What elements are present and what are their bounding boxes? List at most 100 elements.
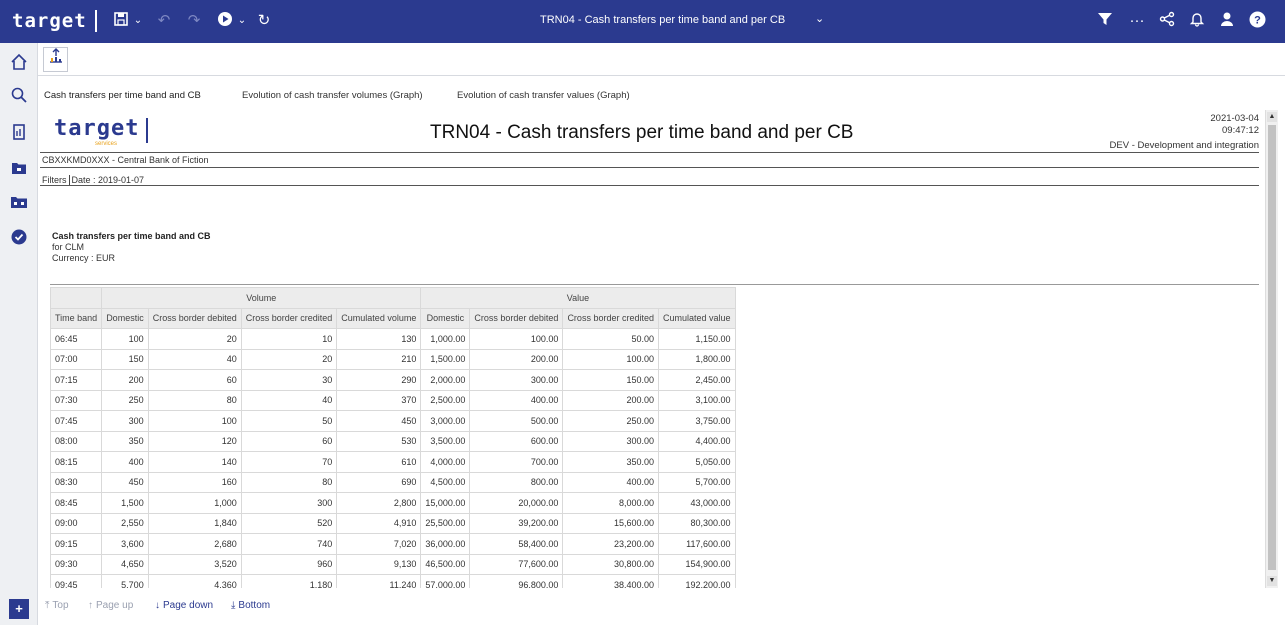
report-tabs: Cash transfers per time band and CB Evol… — [38, 76, 1285, 110]
export-icon[interactable] — [43, 47, 68, 72]
table-cell: 3,100.00 — [657, 389, 736, 411]
tab-volumes-graph[interactable]: Evolution of cash transfer volumes (Grap… — [242, 90, 423, 101]
page-bottom-button[interactable]: ⤓ Bottom — [231, 600, 270, 611]
table-cell: 60 — [240, 430, 338, 452]
search-icon[interactable] — [9, 86, 29, 106]
table-cell: 9,130 — [336, 553, 422, 575]
column-header: Domestic — [101, 307, 149, 329]
table-cell: 120 — [147, 430, 242, 452]
page-up-button[interactable]: ↑ Page up — [88, 600, 133, 611]
time-band-cell: 07:45 — [49, 410, 103, 432]
table-cell: 96,800.00 — [469, 574, 564, 588]
table-cell: 1,000.00 — [420, 328, 471, 350]
column-header: Time band — [49, 307, 103, 329]
document-title[interactable]: TRN04 - Cash transfers per time band and… — [540, 14, 785, 26]
table-cell: 1,500 — [101, 492, 149, 514]
scroll-up-icon[interactable]: ▲ — [1267, 112, 1277, 122]
table-cell: 300.00 — [562, 430, 659, 452]
table-cell: 600.00 — [469, 430, 564, 452]
more-icon[interactable]: ··· — [1126, 11, 1148, 31]
arrow-down-icon: ↓ — [155, 600, 160, 611]
table-cell: 20,000.00 — [469, 492, 564, 514]
user-icon[interactable] — [1218, 11, 1236, 31]
add-icon[interactable]: + — [9, 599, 29, 619]
save-icon[interactable] — [112, 11, 130, 31]
table-cell: 15,000.00 — [420, 492, 471, 514]
redo-icon[interactable]: ↷ — [185, 11, 203, 31]
time-band-cell: 09:00 — [49, 512, 103, 534]
table-group-header: Value — [420, 287, 736, 309]
table-cell: 58,400.00 — [469, 533, 564, 555]
vertical-scrollbar[interactable]: ▲ ▼ — [1265, 110, 1278, 588]
page-down-button[interactable]: ↓ Page down — [155, 600, 213, 611]
table-cell: 400.00 — [562, 471, 659, 493]
table-cell: 4,650 — [101, 553, 149, 575]
help-icon[interactable]: ? — [1248, 11, 1266, 31]
table-cell: 4,000.00 — [420, 451, 471, 473]
brand-logo: target — [12, 10, 87, 32]
table-cell: 117,600.00 — [657, 533, 736, 555]
chevron-down-icon[interactable]: ⌄ — [815, 12, 824, 25]
table-cell: 200 — [101, 369, 149, 391]
table-cell: 210 — [336, 348, 422, 370]
report-timestamp: 2021-03-04 09:47:12 — [1210, 113, 1259, 137]
filters-value: Date : 2019-01-07 — [71, 175, 145, 185]
save-dropdown-icon[interactable]: ⌄ — [132, 11, 144, 31]
scroll-down-icon[interactable]: ▼ — [1267, 576, 1277, 586]
table-cell: 300 — [101, 410, 149, 432]
shared-folder-icon[interactable] — [9, 193, 29, 213]
divider — [40, 167, 1259, 168]
home-icon[interactable] — [9, 53, 29, 73]
table-cell: 4,400.00 — [657, 430, 736, 452]
table-cell: 140 — [147, 451, 242, 473]
table-cell: 10 — [240, 328, 338, 350]
filter-icon[interactable] — [1096, 11, 1114, 31]
divider — [40, 152, 1259, 153]
table-cell: 36,000.00 — [420, 533, 471, 555]
arrow-up-icon: ↑ — [88, 600, 93, 611]
play-icon[interactable] — [216, 11, 234, 31]
undo-icon[interactable]: ↶ — [155, 11, 173, 31]
table-cell: 700.00 — [469, 451, 564, 473]
table-cell: 1,000 — [147, 492, 242, 514]
table-cell: 23,200.00 — [562, 533, 659, 555]
section-for: for CLM — [52, 242, 85, 252]
table-cell: 2,680 — [147, 533, 242, 555]
document-icon[interactable] — [9, 123, 29, 143]
brand-separator — [95, 10, 97, 32]
divider — [40, 185, 1259, 186]
play-dropdown-icon[interactable]: ⌄ — [236, 11, 248, 31]
section-currency: Currency : EUR — [52, 253, 116, 263]
table-cell: 250.00 — [562, 410, 659, 432]
refresh-icon[interactable]: ↻ — [255, 11, 273, 31]
table-cell: 520 — [240, 512, 338, 534]
report-logo-separator — [146, 118, 148, 143]
column-header: Cross border credited — [562, 307, 659, 329]
scrollbar-thumb[interactable] — [1268, 125, 1276, 570]
table-cell: 250 — [101, 389, 149, 411]
report-canvas: target services TRN04 - Cash transfers p… — [40, 110, 1265, 588]
table-cell: 7,020 — [336, 533, 422, 555]
table-row: 07:45 300 100 50 450 3,000.00 500.00 250.00 3,75… — [49, 410, 736, 432]
table-cell: 30,800.00 — [562, 553, 659, 575]
svg-text:?: ? — [1254, 15, 1261, 27]
table-group-header-row: Volume Value — [49, 287, 736, 309]
time-band-cell: 09:45 — [49, 574, 103, 588]
filters-label: Filters — [42, 175, 67, 185]
check-circle-icon[interactable] — [9, 228, 29, 248]
tab-cash-transfers[interactable]: Cash transfers per time band and CB — [44, 90, 201, 101]
time-band-cell: 06:45 — [49, 328, 103, 350]
central-bank-label: CBXXKMD0XXX - Central Bank of Fiction — [42, 155, 209, 165]
report-time: 09:47:12 — [1222, 125, 1259, 136]
folder-icon[interactable] — [9, 159, 29, 179]
table-cell: 4,360 — [147, 574, 242, 588]
time-band-cell: 08:00 — [49, 430, 103, 452]
arrow-bottom-icon: ⤓ — [231, 600, 236, 611]
time-band-cell: 07:15 — [49, 369, 103, 391]
table-cell: 130 — [336, 328, 422, 350]
bell-icon[interactable] — [1188, 11, 1206, 31]
time-band-cell: 08:15 — [49, 451, 103, 473]
share-icon[interactable] — [1158, 11, 1176, 31]
page-top-button[interactable]: ⤒ Top — [45, 600, 69, 611]
tab-values-graph[interactable]: Evolution of cash transfer values (Graph… — [457, 90, 630, 101]
